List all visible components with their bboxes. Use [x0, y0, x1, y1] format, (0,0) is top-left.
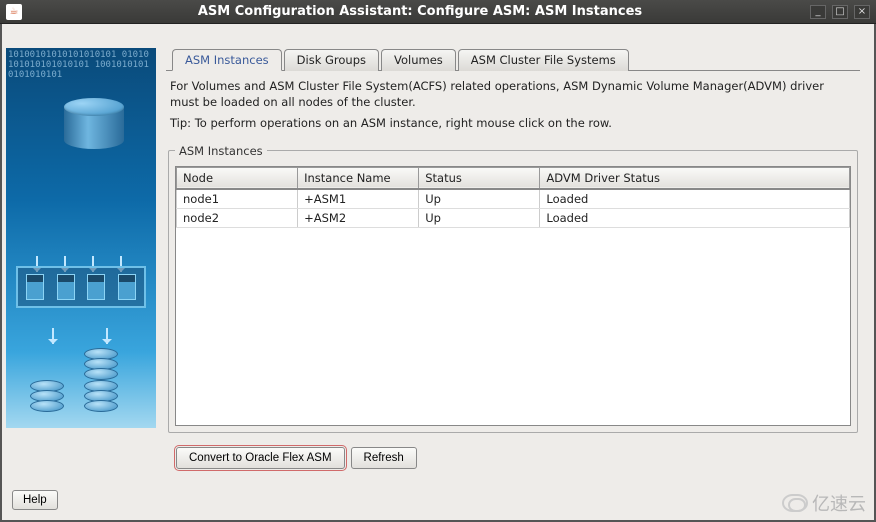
- close-button[interactable]: ×: [854, 5, 870, 19]
- help-button[interactable]: Help: [12, 490, 58, 510]
- window-title: ASM Configuration Assistant: Configure A…: [30, 4, 810, 19]
- convert-to-flex-asm-button[interactable]: Convert to Oracle Flex ASM: [176, 447, 345, 469]
- tab-disk-groups[interactable]: Disk Groups: [284, 49, 379, 71]
- instance-table-container[interactable]: Node Instance Name Status ADVM Driver St…: [175, 166, 851, 426]
- sidebar-graphic: 10100101010101010101 0101010101010101010…: [6, 48, 156, 428]
- cell-instance: +ASM2: [298, 208, 419, 227]
- cell-advm: Loaded: [540, 208, 850, 227]
- cell-status: Up: [419, 208, 540, 227]
- cloud-icon: [782, 494, 808, 512]
- window-titlebar: ☕ ASM Configuration Assistant: Configure…: [0, 0, 876, 24]
- tab-bar: ASM Instances Disk Groups Volumes ASM Cl…: [166, 48, 860, 71]
- cell-node: node2: [177, 208, 298, 227]
- watermark: 亿速云: [782, 490, 866, 516]
- tab-volumes[interactable]: Volumes: [381, 49, 456, 71]
- table-row[interactable]: node2 +ASM2 Up Loaded: [177, 208, 850, 227]
- storage-chips-icon: [16, 266, 146, 308]
- instruction-line-1: For Volumes and ASM Cluster File System(…: [170, 79, 856, 110]
- fieldset-legend: ASM Instances: [175, 144, 267, 158]
- col-advm-status[interactable]: ADVM Driver Status: [540, 167, 850, 189]
- table-header-row: Node Instance Name Status ADVM Driver St…: [177, 167, 850, 189]
- watermark-text: 亿速云: [812, 490, 866, 516]
- arrow-down-icon: [52, 328, 54, 344]
- content-wrap: 10100101010101010101 0101010101010101010…: [6, 28, 870, 483]
- cell-node: node1: [177, 189, 298, 209]
- refresh-button[interactable]: Refresh: [351, 447, 417, 469]
- instructions-text: For Volumes and ASM Cluster File System(…: [166, 71, 860, 140]
- col-node[interactable]: Node: [177, 167, 298, 189]
- table-row[interactable]: node1 +ASM1 Up Loaded: [177, 189, 850, 209]
- cell-advm: Loaded: [540, 189, 850, 209]
- database-cylinder-icon: [64, 98, 124, 158]
- binary-decoration: 10100101010101010101 0101010101010101010…: [6, 48, 156, 82]
- java-icon: ☕: [6, 4, 22, 20]
- cell-status: Up: [419, 189, 540, 209]
- arrow-down-icon: [106, 328, 108, 344]
- instruction-tip: Tip: To perform operations on an ASM ins…: [170, 116, 856, 132]
- button-row: Convert to Oracle Flex ASM Refresh: [166, 437, 860, 473]
- asm-instances-fieldset: ASM Instances Node Instance Name Status …: [168, 144, 858, 433]
- minimize-button[interactable]: _: [810, 5, 826, 19]
- window-body: 10100101010101010101 0101010101010101010…: [0, 24, 876, 522]
- maximize-button[interactable]: □: [832, 5, 848, 19]
- tab-asm-instances[interactable]: ASM Instances: [172, 49, 282, 71]
- cell-instance: +ASM1: [298, 189, 419, 209]
- col-instance-name[interactable]: Instance Name: [298, 167, 419, 189]
- col-status[interactable]: Status: [419, 167, 540, 189]
- tab-acfs[interactable]: ASM Cluster File Systems: [458, 49, 629, 71]
- main-panel: ASM Instances Disk Groups Volumes ASM Cl…: [166, 48, 860, 473]
- disk-stack-icon: [84, 350, 118, 380]
- instance-table: Node Instance Name Status ADVM Driver St…: [176, 167, 850, 228]
- disk-stack-icon: [84, 382, 118, 412]
- disk-stack-icon: [30, 382, 64, 412]
- window-controls: _ □ ×: [810, 5, 870, 19]
